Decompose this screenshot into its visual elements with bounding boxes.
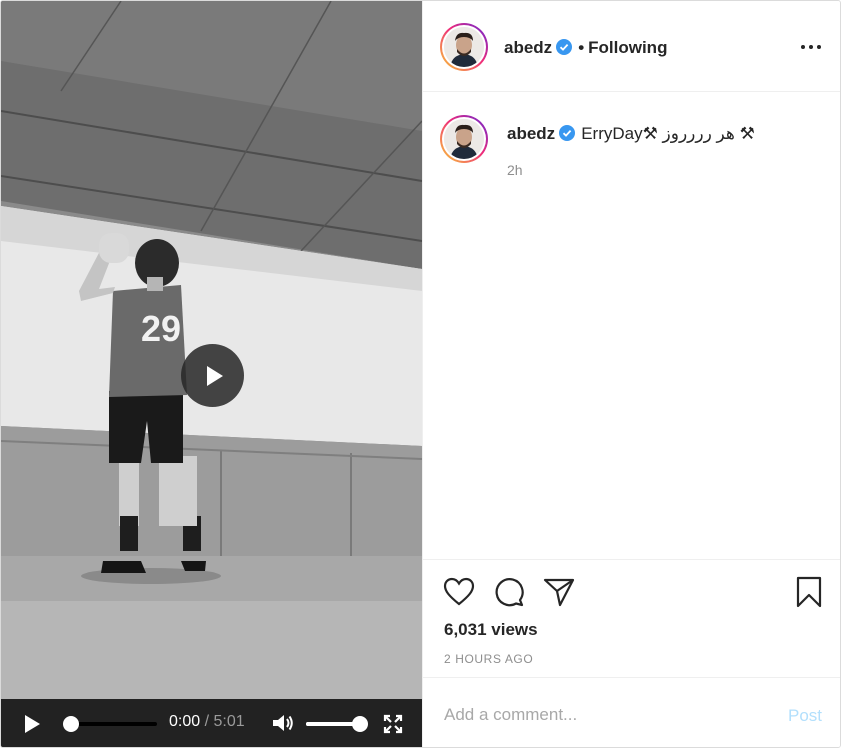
duration: 5:01 xyxy=(213,713,245,730)
share-icon[interactable] xyxy=(543,576,575,608)
play-overlay-button[interactable] xyxy=(181,344,244,407)
volume-knob[interactable] xyxy=(352,716,368,732)
volume-icon[interactable] xyxy=(271,713,295,733)
action-bar: 6,031 views 2 HOURS AGO xyxy=(423,559,840,677)
following-button[interactable]: Following xyxy=(588,38,667,57)
caption-age[interactable]: 2h xyxy=(507,162,523,178)
verified-badge-icon xyxy=(559,125,576,141)
current-time: 0:00 xyxy=(169,713,201,730)
volume-slider[interactable] xyxy=(306,715,368,733)
avatar[interactable] xyxy=(440,23,488,71)
fullscreen-icon[interactable] xyxy=(383,714,403,734)
caption-username-link[interactable]: abedz xyxy=(507,124,555,143)
comment-icon[interactable] xyxy=(493,576,525,608)
verified-badge-icon xyxy=(556,39,573,55)
views-count[interactable]: 6,031 views xyxy=(444,620,538,640)
caption-avatar[interactable] xyxy=(440,115,488,163)
jersey-number: 29 xyxy=(141,308,181,349)
play-icon[interactable] xyxy=(23,715,41,733)
username-link[interactable]: abedz xyxy=(504,38,552,57)
caption-body: ErryDay⚒ هر رررروز ⚒ xyxy=(581,124,755,143)
seek-knob[interactable] xyxy=(63,716,79,732)
time-separator: / xyxy=(204,713,210,730)
seek-slider[interactable] xyxy=(61,715,157,733)
post-comment-button[interactable]: Post xyxy=(788,706,822,726)
header-name-line: abedz • Following xyxy=(504,38,667,58)
post-panel: abedz • Following abedz ErryDay⚒ هر رررر… xyxy=(422,1,840,747)
post-timestamp[interactable]: 2 HOURS AGO xyxy=(444,652,533,666)
heart-icon[interactable] xyxy=(443,576,475,608)
seek-track xyxy=(67,722,157,726)
caption-avatar-image xyxy=(444,119,484,159)
comment-input[interactable] xyxy=(444,702,764,728)
video-player[interactable]: 29 0:00 / 5:01 xyxy=(1,1,422,747)
avatar-image xyxy=(444,27,484,67)
comment-bar: Post xyxy=(423,677,840,747)
more-icon[interactable] xyxy=(797,37,827,57)
separator-dot: • xyxy=(578,38,585,57)
video-controls: 0:00 / 5:01 xyxy=(1,699,422,747)
post-header: abedz • Following xyxy=(423,1,840,92)
caption-text: abedz ErryDay⚒ هر رررروز ⚒ xyxy=(507,124,755,144)
bookmark-icon[interactable] xyxy=(793,576,825,608)
time-readout: 0:00 / 5:01 xyxy=(169,713,245,731)
post-dialog: 29 0:00 / 5:01 abedz • Following abedz E… xyxy=(0,0,841,748)
